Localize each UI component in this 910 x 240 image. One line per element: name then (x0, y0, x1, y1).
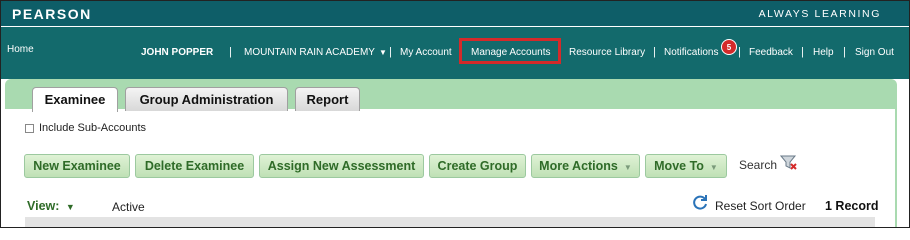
my-account-link[interactable]: My Account (400, 47, 452, 58)
top-nav: Home JOHN POPPER | MOUNTAIN RAIN ACADEMY… (1, 27, 909, 79)
refresh-icon[interactable] (691, 193, 709, 211)
brand-tagline: ALWAYS LEARNING (758, 8, 881, 20)
view-label: View: (27, 199, 60, 213)
move-to-label: Move To (654, 159, 704, 173)
reset-sort-order-link[interactable]: Reset Sort Order (715, 199, 806, 213)
tab-examinee[interactable]: Examinee (32, 87, 118, 112)
view-selector[interactable]: View: ▼ (27, 199, 75, 213)
include-sub-accounts-label: Include Sub-Accounts (39, 122, 147, 134)
create-group-button[interactable]: Create Group (429, 154, 526, 178)
chevron-down-icon: ▼ (378, 48, 387, 57)
include-sub-accounts-row[interactable]: Include Sub-Accounts (25, 122, 146, 134)
view-value: Active (112, 200, 145, 214)
chevron-down-icon: ▼ (709, 163, 718, 172)
nav-separator: | (653, 46, 656, 58)
scrollbar-strip (906, 82, 910, 228)
more-actions-dropdown[interactable]: More Actions ▼ (531, 154, 640, 178)
tab-report[interactable]: Report (295, 87, 360, 111)
nav-separator: | (843, 46, 846, 58)
help-link[interactable]: Help (813, 47, 834, 58)
app-window: PEARSON ALWAYS LEARNING Home JOHN POPPER… (0, 0, 910, 228)
notification-count-badge: 5 (721, 39, 737, 55)
academy-dropdown[interactable]: MOUNTAIN RAIN ACADEMY ▼ (244, 47, 387, 58)
notifications-link[interactable]: Notifications (664, 47, 718, 58)
table-header (25, 217, 875, 227)
academy-label: MOUNTAIN RAIN ACADEMY (244, 47, 375, 58)
delete-examinee-button[interactable]: Delete Examinee (135, 154, 254, 178)
search-link[interactable]: Search (739, 158, 777, 172)
nav-separator: | (738, 46, 741, 58)
more-actions-label: More Actions (539, 159, 618, 173)
record-count: 1 Record (825, 199, 879, 213)
brand-bar: PEARSON ALWAYS LEARNING (1, 1, 909, 26)
sign-out-link[interactable]: Sign Out (855, 47, 894, 58)
nav-separator: | (389, 46, 392, 58)
nav-separator: | (229, 46, 232, 58)
filter-clear-icon[interactable] (780, 155, 798, 171)
include-sub-accounts-checkbox[interactable] (25, 123, 34, 133)
feedback-link[interactable]: Feedback (749, 47, 793, 58)
user-name: JOHN POPPER (141, 47, 214, 58)
new-examinee-button[interactable]: New Examinee (24, 154, 130, 178)
chevron-down-icon: ▼ (623, 163, 632, 172)
chevron-down-icon: ▼ (65, 202, 75, 212)
assign-new-assessment-button[interactable]: Assign New Assessment (259, 154, 424, 178)
nav-separator: | (801, 46, 804, 58)
home-link[interactable]: Home (7, 44, 34, 55)
resource-library-link[interactable]: Resource Library (569, 47, 645, 58)
manage-accounts-highlight (459, 38, 561, 64)
brand-logo: PEARSON (12, 6, 92, 22)
move-to-dropdown[interactable]: Move To ▼ (645, 154, 727, 178)
tab-group-administration[interactable]: Group Administration (125, 87, 288, 111)
